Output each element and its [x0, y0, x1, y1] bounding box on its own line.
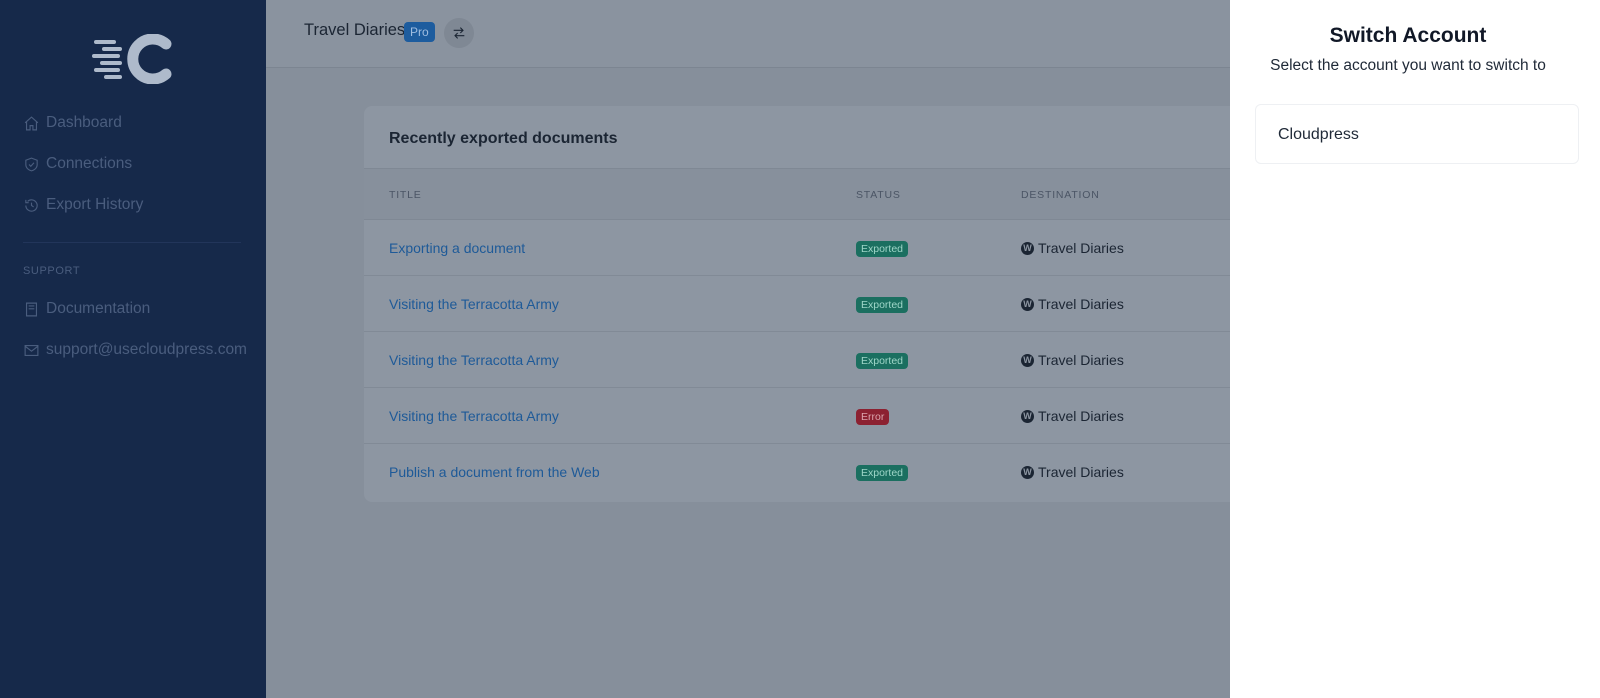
document-title-link[interactable]: Publish a document from the Web [389, 464, 600, 480]
card-title: Recently exported documents [389, 130, 618, 147]
sidebar-item-label: Export History [46, 196, 144, 213]
wordpress-icon: W [1021, 465, 1034, 479]
sidebar-divider [23, 242, 241, 243]
panel-subtitle: Select the account you want to switch to [1270, 57, 1546, 74]
sidebar-item-dashboard[interactable]: Dashboard [23, 114, 122, 132]
site-title: Travel Diaries [304, 21, 406, 39]
panel-title: Switch Account [1329, 24, 1487, 47]
destination-label: Travel Diaries [1038, 408, 1124, 424]
sidebar-item-documentation[interactable]: Documentation [23, 300, 150, 318]
document-title-link[interactable]: Visiting the Terracotta Army [389, 408, 559, 424]
history-icon [25, 198, 38, 212]
destination-cell: W Travel Diaries [1021, 464, 1124, 480]
wordpress-icon: W [1021, 241, 1034, 255]
destination-cell: W Travel Diaries [1021, 296, 1124, 312]
status-badge: Exported [856, 465, 909, 481]
sidebar-item-label: Connections [46, 155, 133, 172]
destination-label: Travel Diaries [1038, 464, 1124, 480]
wordpress-icon: W [1021, 353, 1034, 367]
sidebar-item-label: Documentation [46, 300, 151, 317]
wordpress-icon: W [1021, 297, 1034, 311]
plan-badge: Pro [404, 22, 435, 42]
switch-arrows-icon [453, 27, 465, 39]
destination-cell: W Travel Diaries [1021, 408, 1124, 424]
account-option-cloudpress[interactable]: Cloudpress [1255, 104, 1579, 164]
cloudpress-logo-icon[interactable] [92, 34, 172, 84]
document-title-link[interactable]: Exporting a document [389, 240, 525, 256]
status-badge: Exported [856, 297, 909, 313]
support-heading: SUPPORT [23, 265, 81, 277]
column-header-title: TITLE [389, 189, 422, 201]
destination-label: Travel Diaries [1038, 240, 1124, 256]
sidebar-item-label: support@usecloudpress.com [46, 341, 247, 358]
shield-check-icon [25, 157, 38, 171]
document-title-link[interactable]: Visiting the Terracotta Army [389, 352, 559, 368]
status-badge: Exported [856, 241, 909, 257]
destination-cell: W Travel Diaries [1021, 352, 1124, 368]
sidebar-item-label: Dashboard [46, 114, 122, 131]
book-icon [25, 302, 38, 316]
column-header-status: STATUS [856, 189, 901, 201]
destination-label: Travel Diaries [1038, 352, 1124, 368]
column-header-destination: DESTINATION [1021, 189, 1100, 201]
destination-label: Travel Diaries [1038, 296, 1124, 312]
status-badge: Exported [856, 353, 909, 369]
account-name: Cloudpress [1278, 126, 1359, 143]
status-badge: Error [856, 409, 890, 425]
switch-account-panel: Switch Account Select the account you wa… [1230, 0, 1600, 698]
sidebar-item-export-history[interactable]: Export History [23, 196, 143, 214]
sidebar: Dashboard Connections Export History SUP… [0, 0, 266, 698]
destination-cell: W Travel Diaries [1021, 240, 1124, 256]
document-title-link[interactable]: Visiting the Terracotta Army [389, 296, 559, 312]
sidebar-item-connections[interactable]: Connections [23, 155, 132, 173]
wordpress-icon: W [1021, 409, 1034, 423]
sidebar-item-support-email[interactable]: support@usecloudpress.com [23, 341, 247, 359]
switch-account-button[interactable] [444, 18, 474, 48]
home-icon [24, 115, 39, 130]
mail-icon [24, 344, 39, 356]
